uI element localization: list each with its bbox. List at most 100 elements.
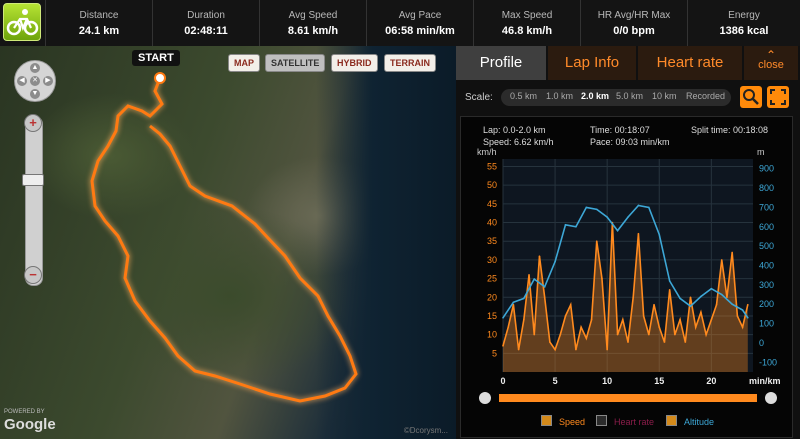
legend-speed: Speed (559, 417, 586, 427)
route-path (90, 77, 358, 403)
speed-point (705, 333, 707, 336)
magnifier-icon (743, 89, 759, 105)
altitude-point (679, 297, 681, 300)
speed-point (668, 288, 671, 291)
scale-option-0-5km[interactable]: 0.5 km (510, 91, 537, 101)
speed-point (575, 348, 577, 351)
altitude-point (575, 225, 577, 228)
speed-point (648, 333, 650, 336)
cycling-icon[interactable] (3, 3, 41, 41)
stat-label: Max Speed (501, 10, 553, 21)
altitude-point (627, 216, 629, 218)
pan-center-icon[interactable]: ✕ (30, 76, 40, 86)
zoom-in-icon[interactable]: + (24, 114, 42, 132)
speed-point (585, 337, 588, 340)
heart-rate-checkbox[interactable] (596, 415, 607, 426)
speed-point (543, 296, 546, 299)
altitude-point (595, 208, 598, 211)
altitude-point (689, 305, 692, 307)
altitude-point (720, 293, 723, 296)
stat-value: 46.8 km/h (501, 25, 553, 37)
hybrid-type-button[interactable]: HYBRID (331, 54, 378, 72)
zoom-slider-thumb[interactable] (22, 174, 44, 186)
stat-label: Duration (187, 10, 225, 21)
y-right-tick-label: -100 (759, 357, 777, 367)
y-right-unit: m (757, 147, 765, 157)
speed-point (569, 303, 572, 306)
map-copyright: ©Dcorysm... (403, 426, 448, 435)
start-label: START (132, 50, 180, 66)
altitude-checkbox[interactable] (666, 415, 677, 426)
scrubber-plus-button (765, 392, 777, 404)
stat-max-speed: Max Speed 46.8 km/h (473, 0, 580, 46)
legend-altitude: Altitude (684, 417, 715, 427)
zoom-slider[interactable] (25, 116, 43, 286)
satellite-type-button[interactable]: SATELLITE (265, 54, 326, 72)
y-right-tick-label: 0 (759, 338, 764, 348)
y-left-tick-label: 10 (487, 330, 497, 340)
map-type-button[interactable]: MAP (228, 54, 260, 72)
y-right-tick-label: 500 (759, 241, 774, 251)
close-label: close (758, 59, 784, 71)
scale-option-1km[interactable]: 1.0 km (546, 91, 573, 101)
altitude-point (523, 297, 525, 300)
zoom-search-button[interactable] (740, 86, 762, 108)
stat-value: 06:58 min/km (385, 25, 455, 37)
speed-point (507, 326, 510, 328)
range-scrubber (499, 394, 757, 402)
stat-duration: Duration 02:48:11 (152, 0, 259, 46)
y-left-tick-label: 35 (487, 236, 497, 246)
scale-option-10km[interactable]: 10 km (652, 91, 677, 101)
tab-lap-info[interactable]: Lap Info (548, 46, 636, 80)
zoom-out-icon[interactable]: − (24, 266, 42, 284)
pan-control[interactable]: ▲ ◀ ✕ ▶ ▼ (14, 60, 56, 102)
pan-down-icon[interactable]: ▼ (30, 89, 40, 99)
scale-option-recorded[interactable]: Recorded (686, 91, 725, 101)
profile-chart[interactable]: Lap: 0.0-2.0 km Speed: 6.62 km/h Time: 0… (460, 116, 793, 438)
tab-heart-rate[interactable]: Heart rate (638, 46, 742, 80)
altitude-point (543, 286, 546, 288)
y-left-tick-label: 25 (487, 274, 497, 284)
speed-checkbox[interactable] (541, 415, 552, 426)
speed-point (606, 348, 608, 351)
stat-avg-pace: Avg Pace 06:58 min/km (366, 0, 473, 46)
y-right-tick-label: 800 (759, 183, 774, 193)
scale-option-2km[interactable]: 2.0 km (581, 91, 609, 101)
stat-value: 0/0 bpm (613, 25, 655, 37)
route-overlay (90, 72, 358, 403)
y-right-tick-label: 300 (759, 280, 774, 290)
route-map[interactable]: START MAP SATELLITE HYBRID TERRAIN ▲ ◀ ✕… (0, 46, 456, 439)
fullscreen-button[interactable] (767, 86, 789, 108)
speed-point (741, 326, 744, 328)
pan-up-icon[interactable]: ▲ (30, 63, 40, 73)
close-button[interactable]: ⌃ close (744, 46, 798, 80)
y-right-tick-label: 900 (759, 164, 774, 174)
x-tick-label: 15 (654, 376, 664, 386)
altitude-point (564, 224, 567, 226)
speed-point (627, 341, 629, 343)
stat-distance: Distance 24.1 km (45, 0, 152, 46)
altitude-point (512, 301, 515, 304)
scale-bar: Scale: 0.5 km 1.0 km 2.0 km 5.0 km 10 km… (456, 84, 800, 112)
pan-left-icon[interactable]: ◀ (17, 76, 27, 86)
altitude-point (700, 295, 702, 298)
x-unit: min/km (749, 376, 781, 386)
stat-avg-speed: Avg Speed 8.61 km/h (259, 0, 366, 46)
fullscreen-icon (770, 89, 786, 105)
pan-right-icon[interactable]: ▶ (43, 76, 53, 86)
altitude-point (658, 233, 661, 236)
legend-heart-rate: Heart rate (614, 417, 655, 427)
speed-point (746, 303, 749, 306)
speed-point (517, 348, 520, 351)
x-tick-label: 5 (553, 376, 558, 386)
scale-option-5km[interactable]: 5.0 km (616, 91, 643, 101)
y-left-tick-label: 5 (492, 348, 497, 358)
profile-panel: Profile Lap Info Heart rate ⌃ close Scal… (456, 46, 800, 439)
speed-point (523, 318, 525, 321)
altitude-point (533, 278, 536, 280)
terrain-type-button[interactable]: TERRAIN (384, 54, 436, 72)
speed-point (694, 326, 697, 328)
tab-profile[interactable]: Profile (456, 46, 546, 80)
speed-point (710, 318, 713, 321)
y-left-tick-label: 30 (487, 255, 497, 265)
